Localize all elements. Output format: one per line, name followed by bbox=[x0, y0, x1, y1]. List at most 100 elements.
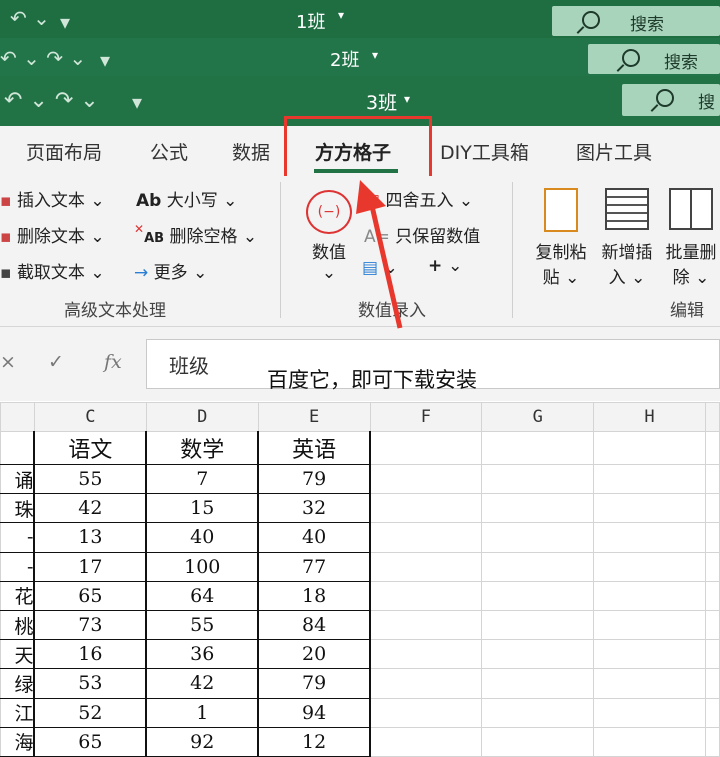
empty-cell[interactable] bbox=[481, 431, 595, 465]
name-cell[interactable]: 海 bbox=[0, 726, 36, 757]
empty-cell[interactable] bbox=[369, 639, 483, 670]
empty-cell[interactable] bbox=[369, 431, 483, 465]
extract-text-button[interactable]: ▪ 截取文本 ⌄ bbox=[0, 258, 105, 283]
data-cell[interactable]: 42 bbox=[33, 493, 148, 524]
column-header[interactable]: E bbox=[257, 402, 371, 432]
empty-cell[interactable] bbox=[593, 431, 706, 465]
search-box[interactable]: 搜索 bbox=[552, 6, 720, 36]
data-cell[interactable]: 73 bbox=[33, 609, 148, 641]
undo-icon[interactable]: ↶ ⌄ ↷ ⌄ bbox=[0, 46, 86, 70]
empty-cell[interactable] bbox=[481, 551, 595, 582]
name-cell[interactable]: 诵 bbox=[0, 463, 36, 495]
empty-cell[interactable] bbox=[704, 697, 720, 728]
data-cell[interactable]: 13 bbox=[33, 522, 148, 553]
empty-cell[interactable] bbox=[704, 609, 720, 641]
undo-icon[interactable]: ↶ ⌄ bbox=[10, 6, 50, 30]
data-cell[interactable]: 64 bbox=[145, 580, 260, 611]
empty-cell[interactable] bbox=[481, 697, 595, 728]
data-cell[interactable]: 16 bbox=[33, 639, 148, 670]
data-cell[interactable]: 20 bbox=[257, 639, 372, 670]
empty-cell[interactable] bbox=[593, 463, 706, 495]
column-header[interactable] bbox=[704, 402, 720, 432]
header-cell[interactable]: 数学 bbox=[145, 431, 260, 465]
header-cell[interactable]: 英语 bbox=[257, 431, 372, 465]
insert-function-icon[interactable]: fx bbox=[104, 351, 122, 373]
more-button[interactable]: → 更多 ⌄ bbox=[134, 258, 207, 283]
tab-picture-tools[interactable]: 图片工具 bbox=[576, 138, 652, 165]
empty-cell[interactable] bbox=[704, 463, 720, 495]
column-header[interactable]: F bbox=[369, 402, 483, 432]
empty-cell[interactable] bbox=[369, 493, 483, 524]
header-cell[interactable]: 语文 bbox=[33, 431, 148, 465]
add-button[interactable]: + ⌄ bbox=[428, 256, 462, 276]
column-header[interactable] bbox=[0, 402, 35, 432]
title-dropdown-icon[interactable]: ▾ bbox=[338, 8, 344, 22]
empty-cell[interactable] bbox=[593, 580, 706, 611]
empty-cell[interactable] bbox=[369, 697, 483, 728]
batch-delete-button[interactable]: 批量删 除 ⌄ bbox=[660, 188, 720, 288]
insert-new-button[interactable]: 新增插 入 ⌄ bbox=[596, 188, 658, 288]
empty-cell[interactable] bbox=[704, 668, 720, 699]
fill-button[interactable]: ▤ ⌄ bbox=[362, 258, 398, 278]
insert-text-button[interactable]: ▪ 插入文本 ⌄ bbox=[0, 186, 105, 211]
tab-formulas[interactable]: 公式 bbox=[150, 138, 188, 165]
empty-cell[interactable] bbox=[481, 463, 595, 495]
name-cell[interactable] bbox=[0, 431, 36, 465]
empty-cell[interactable] bbox=[369, 463, 483, 495]
search-box[interactable]: 搜索 bbox=[588, 44, 720, 74]
empty-cell[interactable] bbox=[704, 493, 720, 524]
empty-cell[interactable] bbox=[481, 493, 595, 524]
column-header[interactable]: H bbox=[593, 402, 706, 432]
copy-paste-button[interactable]: 复制粘 贴 ⌄ bbox=[530, 188, 592, 288]
spreadsheet-grid[interactable]: C D E F G H 语文 数学 英语诵 55 7 79 珠 42 15 32-13 40 40-1… bbox=[0, 402, 720, 757]
title-dropdown-icon[interactable]: ▾ bbox=[404, 92, 410, 106]
empty-cell[interactable] bbox=[481, 522, 595, 553]
empty-cell[interactable] bbox=[704, 639, 720, 670]
name-cell[interactable]: - bbox=[0, 551, 36, 582]
name-cell[interactable]: 珠 bbox=[0, 493, 36, 524]
name-cell[interactable]: 花 bbox=[0, 580, 36, 611]
name-cell[interactable]: 桃 bbox=[0, 609, 36, 641]
empty-cell[interactable] bbox=[593, 726, 706, 757]
formula-input[interactable]: 班级 百度它，即可下载安装 bbox=[146, 339, 720, 392]
empty-cell[interactable] bbox=[593, 668, 706, 699]
empty-cell[interactable] bbox=[481, 609, 595, 641]
confirm-icon[interactable]: ✓ bbox=[48, 351, 64, 373]
data-cell[interactable]: 65 bbox=[33, 726, 148, 757]
data-cell[interactable]: 77 bbox=[257, 551, 372, 582]
tab-page-layout[interactable]: 页面布局 bbox=[26, 138, 102, 165]
remove-spaces-button[interactable]: ✕AB 删除空格 ⌄ bbox=[134, 222, 257, 247]
value-button[interactable]: (−) 数值 ⌄ bbox=[304, 190, 354, 283]
delete-text-button[interactable]: ▪ 删除文本 ⌄ bbox=[0, 222, 105, 247]
empty-cell[interactable] bbox=[593, 493, 706, 524]
search-box[interactable]: 搜 bbox=[622, 84, 720, 116]
empty-cell[interactable] bbox=[593, 522, 706, 553]
data-cell[interactable]: 79 bbox=[257, 668, 372, 699]
data-cell[interactable]: 17 bbox=[33, 551, 148, 582]
data-cell[interactable]: 15 bbox=[145, 493, 260, 524]
tab-data[interactable]: 数据 bbox=[232, 138, 270, 165]
empty-cell[interactable] bbox=[704, 726, 720, 757]
data-cell[interactable]: 65 bbox=[33, 580, 148, 611]
empty-cell[interactable] bbox=[593, 697, 706, 728]
empty-cell[interactable] bbox=[369, 522, 483, 553]
empty-cell[interactable] bbox=[704, 522, 720, 553]
empty-cell[interactable] bbox=[481, 580, 595, 611]
empty-cell[interactable] bbox=[369, 668, 483, 699]
data-cell[interactable]: 52 bbox=[33, 697, 148, 728]
case-button[interactable]: Ab 大小写 ⌄ bbox=[136, 186, 237, 211]
empty-cell[interactable] bbox=[481, 668, 595, 699]
data-cell[interactable]: 40 bbox=[145, 522, 260, 553]
data-cell[interactable]: 92 bbox=[145, 726, 260, 757]
name-cell[interactable]: 绿 bbox=[0, 668, 36, 699]
qa-customize-icon[interactable]: ▾ bbox=[100, 48, 110, 72]
data-cell[interactable]: 100 bbox=[145, 551, 260, 582]
qa-customize-icon[interactable]: ▾ bbox=[60, 10, 70, 34]
empty-cell[interactable] bbox=[593, 551, 706, 582]
round-button[interactable]: ▦ 四舍五入 ⌄ bbox=[364, 186, 473, 211]
data-cell[interactable]: 55 bbox=[145, 609, 260, 641]
data-cell[interactable]: 79 bbox=[257, 463, 372, 495]
keep-value-button[interactable]: A= 只保留数值 bbox=[364, 222, 480, 247]
sheet-table[interactable]: C D E F G H 语文 数学 英语诵 55 7 79 珠 42 15 32-13 40 40-1… bbox=[0, 402, 720, 757]
empty-cell[interactable] bbox=[481, 726, 595, 757]
